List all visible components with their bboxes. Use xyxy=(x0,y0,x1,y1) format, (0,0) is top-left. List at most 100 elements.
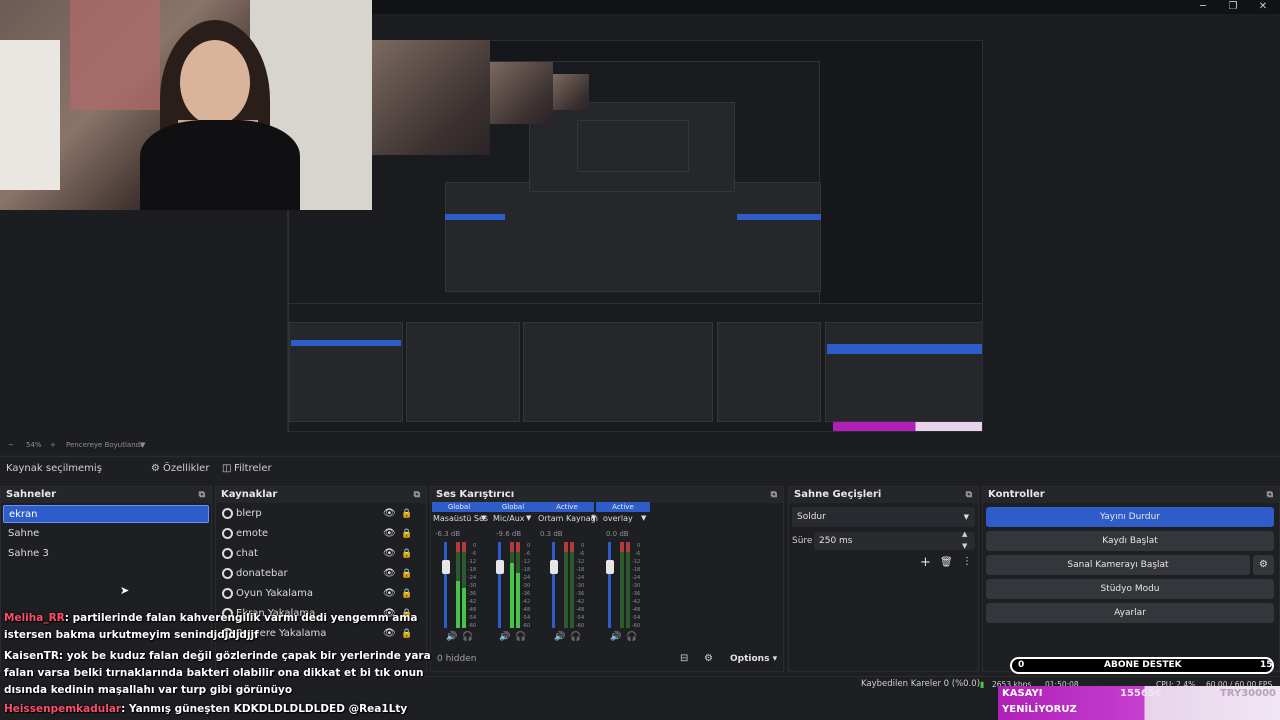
channel-tag: Global xyxy=(486,502,540,512)
level-meter xyxy=(570,542,574,628)
dropped-frames: Kaybedilen Kareler 0 (%0.0) xyxy=(861,679,981,689)
undock-icon[interactable]: ⧉ xyxy=(771,487,777,503)
close-button[interactable]: ✕ xyxy=(1248,0,1278,14)
meter-clip-zone xyxy=(456,542,460,552)
source-item[interactable]: emote 👁 🔒 xyxy=(220,524,416,544)
headphones-icon[interactable]: 🎧 xyxy=(515,632,526,642)
undock-icon[interactable]: ⧉ xyxy=(199,487,205,503)
add-transition-icon[interactable]: + xyxy=(920,555,931,570)
filters-button[interactable]: Filtreler xyxy=(234,457,272,481)
chevron-down-icon[interactable]: ▼ xyxy=(591,514,596,522)
eye-icon[interactable]: 👁 xyxy=(383,524,396,544)
source-item[interactable]: blerp 👁 🔒 xyxy=(220,504,416,524)
lock-icon[interactable]: 🔒 xyxy=(401,504,412,524)
transition-select[interactable]: Soldur ▼ xyxy=(792,507,975,527)
options-button[interactable]: Options ▾ xyxy=(730,654,777,664)
more-icon[interactable]: ⋮ xyxy=(962,556,972,567)
duration-input[interactable]: 250 ms xyxy=(814,532,975,550)
lock-icon[interactable]: 🔒 xyxy=(401,564,412,584)
channel-tag: Global xyxy=(432,502,486,512)
lock-icon[interactable]: 🔒 xyxy=(401,624,412,644)
channel-name[interactable]: overlay xyxy=(603,514,633,523)
chevron-down-icon[interactable]: ▼ xyxy=(641,514,646,522)
lock-icon[interactable]: 🔒 xyxy=(401,584,412,604)
level-meter xyxy=(626,542,630,628)
lock-icon[interactable]: 🔒 xyxy=(401,544,412,564)
restore-button[interactable]: ❐ xyxy=(1218,0,1248,14)
no-source-label: Kaynak seçilmemiş xyxy=(6,463,102,474)
preview-status-bar: − 54% + Pencereye Boyutlandır ▼ xyxy=(0,438,1280,452)
virtual-camera-button[interactable]: Sanal Kamerayı Başlat xyxy=(986,555,1250,575)
virtual-camera-settings-icon[interactable]: ⚙ xyxy=(1253,555,1274,575)
fader-handle[interactable] xyxy=(606,560,614,574)
volume-fader[interactable] xyxy=(552,542,555,628)
fader-handle[interactable] xyxy=(496,560,504,574)
speaker-icon[interactable]: 🔊 xyxy=(446,632,457,642)
speaker-icon[interactable]: 🔊 xyxy=(554,632,565,642)
channel-tag: Active xyxy=(540,502,594,512)
undock-icon[interactable]: ⧉ xyxy=(966,487,972,503)
eye-icon[interactable]: 👁 xyxy=(383,504,396,524)
properties-button[interactable]: Özellikler xyxy=(163,457,209,481)
eye-icon[interactable]: 👁 xyxy=(383,584,396,604)
meter-clip-zone xyxy=(516,542,520,552)
scene-item-ekran[interactable]: ekran xyxy=(3,505,209,523)
settings-button[interactable]: Ayarlar xyxy=(986,603,1274,623)
source-item[interactable]: chat 👁 🔒 xyxy=(220,544,416,564)
source-item[interactable]: Oyun Yakalama 👁 🔒 xyxy=(220,584,416,604)
chevron-up-icon[interactable]: ▲ xyxy=(962,530,967,538)
gear-icon[interactable]: ⚙ xyxy=(151,457,160,481)
chat-message: falan varsa belki tırnaklarında bakteri … xyxy=(4,667,424,679)
channel-name[interactable]: Masaüstü Ses xyxy=(433,514,488,523)
stop-stream-button[interactable]: Yayını Durdur xyxy=(986,507,1274,527)
source-type-icon xyxy=(222,568,233,579)
scene-item-sahne-3[interactable]: Sahne 3 xyxy=(3,545,209,563)
level-meter xyxy=(516,542,520,628)
speaker-icon[interactable]: 🔊 xyxy=(610,632,621,642)
plus-icon[interactable]: + xyxy=(50,438,56,452)
eye-icon[interactable]: 👁 xyxy=(383,624,396,644)
meter-fill xyxy=(462,588,466,628)
minimize-button[interactable]: ─ xyxy=(1188,0,1218,14)
channel-name[interactable]: Mic/Aux xyxy=(493,514,525,523)
zoom-level: 54% xyxy=(26,441,42,449)
fader-handle[interactable] xyxy=(442,560,450,574)
filter-icon[interactable]: ◫ xyxy=(222,457,231,481)
source-type-icon xyxy=(222,508,233,519)
undock-icon[interactable]: ⧉ xyxy=(1267,487,1273,503)
volume-fader[interactable] xyxy=(608,542,611,628)
headphones-icon[interactable]: 🎧 xyxy=(626,632,637,642)
list-icon[interactable]: ⊟ xyxy=(680,653,688,664)
source-type-icon xyxy=(222,588,233,599)
scale-mode[interactable]: Pencereye Boyutlandır xyxy=(66,438,145,452)
headphones-icon[interactable]: 🎧 xyxy=(462,632,473,642)
trash-icon[interactable]: 🗑 xyxy=(940,557,953,568)
lock-icon[interactable]: 🔒 xyxy=(401,524,412,544)
chevron-down-icon[interactable]: ▼ xyxy=(962,542,967,550)
channel-name[interactable]: Ortam Kaynağı xyxy=(538,514,598,523)
eye-icon[interactable]: 👁 xyxy=(383,544,396,564)
headphones-icon[interactable]: 🎧 xyxy=(570,632,581,642)
chat-message: KaisenTR: yok be kuduz falan değil gözle… xyxy=(4,650,431,662)
chevron-down-icon[interactable]: ▼ xyxy=(481,514,486,522)
source-item[interactable]: donatebar 👁 🔒 xyxy=(220,564,416,584)
volume-fader[interactable] xyxy=(444,542,447,628)
eye-icon[interactable]: 👁 xyxy=(383,564,396,584)
start-recording-button[interactable]: Kaydı Başlat xyxy=(986,531,1274,551)
chevron-down-icon[interactable]: ▼ xyxy=(526,514,531,522)
mixer-gear-icon[interactable]: ⚙ xyxy=(704,653,713,664)
subscriber-goal-bar: 0 ABONE DESTEK 15 xyxy=(1010,657,1274,674)
source-type-icon xyxy=(222,548,233,559)
level-meter xyxy=(456,542,460,628)
fader-handle[interactable] xyxy=(550,560,558,574)
studio-mode-button[interactable]: Stüdyo Modu xyxy=(986,579,1274,599)
duration-label: Süre xyxy=(792,536,813,546)
chevron-down-icon[interactable]: ▼ xyxy=(140,438,145,452)
minus-icon[interactable]: − xyxy=(8,438,14,452)
scenes-title: Sahneler ⧉ xyxy=(1,487,211,503)
volume-fader[interactable] xyxy=(498,542,501,628)
undock-icon[interactable]: ⧉ xyxy=(414,487,420,503)
speaker-icon[interactable]: 🔊 xyxy=(499,632,510,642)
scene-item-sahne[interactable]: Sahne xyxy=(3,525,209,543)
channel-tag: Active xyxy=(596,502,650,512)
